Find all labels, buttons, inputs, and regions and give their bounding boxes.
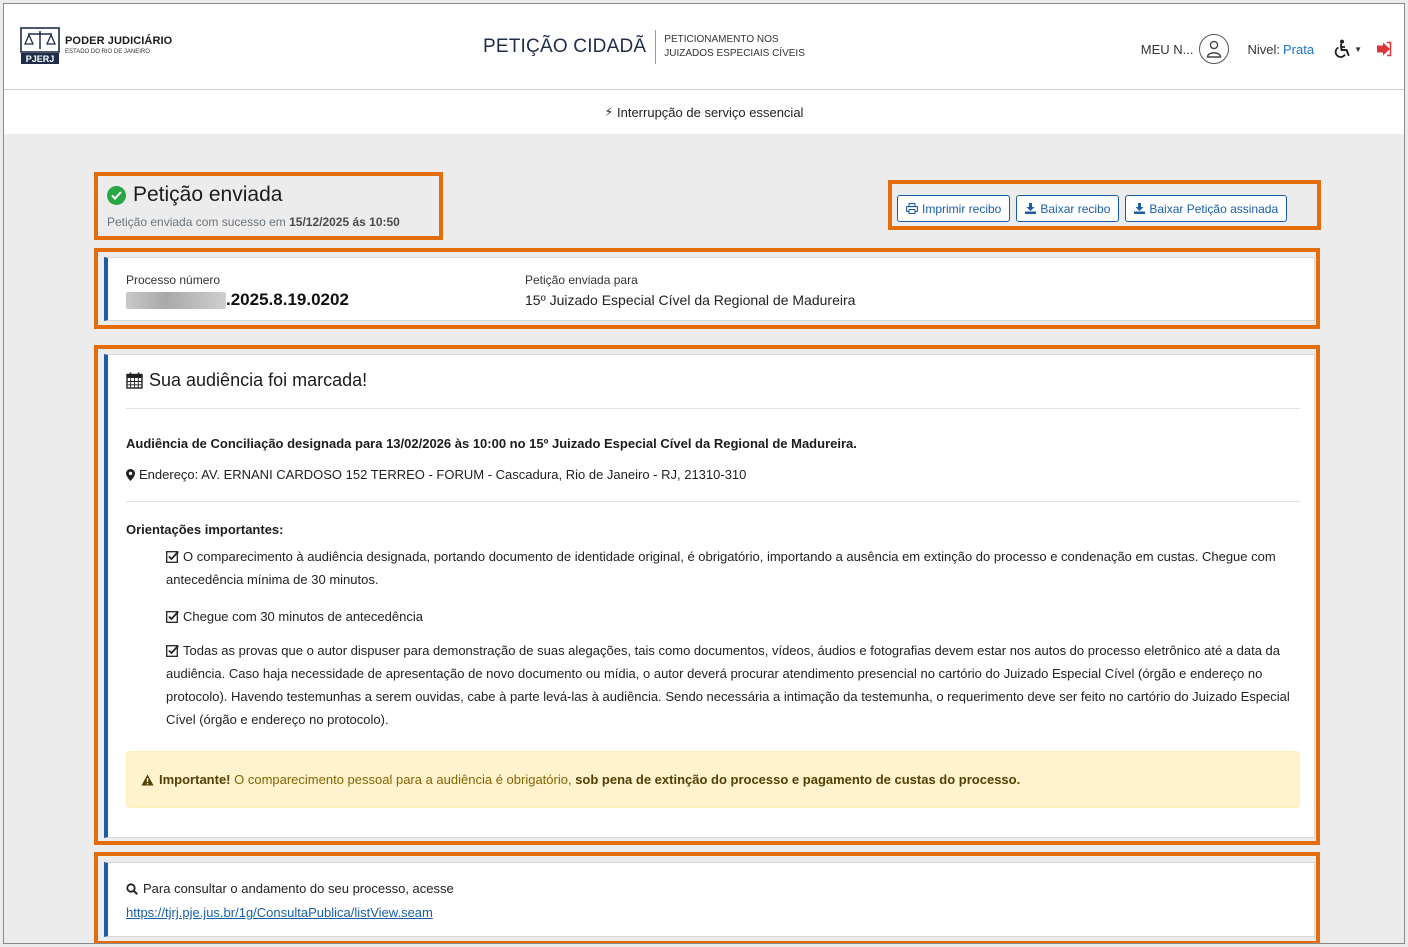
calendar-icon [126,372,143,389]
sign-out-icon[interactable] [1376,41,1392,57]
status-heading: Petição enviada [133,183,283,206]
warning-alert: Importante! O comparecimento pessoal par… [126,751,1300,808]
bolt-icon: ⚡︎ [604,105,613,119]
user-name[interactable]: MEU N... [1141,42,1194,57]
scales-logo-icon: PJERJ [20,27,60,64]
hearing-title: Sua audiência foi marcada! [126,370,367,391]
status-date: 15/12/2025 ás 10:50 [289,215,400,229]
download-icon [1134,203,1146,214]
destination-block: Petição enviada para 15º Juizado Especia… [525,273,855,308]
process-number-block: Processo número .2025.8.19.0202 [126,273,349,310]
consult-text-label: Para consultar o andamento do seu proces… [143,881,454,896]
service-notice-text: Interrupção de serviço essencial [617,104,804,120]
orientation-text-2: Chegue com 30 minutos de antecedência [183,609,423,624]
wheelchair-icon [1334,39,1350,58]
consult-card: Para consultar o andamento do seu proces… [104,862,1315,937]
orientation-text-1: O comparecimento à audiência designada, … [166,549,1276,587]
print-receipt-label: Imprimir recibo [922,201,1002,216]
redacted-number-block [126,291,226,309]
logo-subtitle: ESTADO DO RIO DE JANEIRO [65,48,150,55]
divider [126,501,1300,502]
brand-subtitle-line1: PETICIONAMENTO NOS [664,34,779,45]
orientation-item: Todas as provas que o autor dispuser par… [166,639,1301,731]
search-icon [126,882,138,895]
logo-badge: PJERJ [26,54,55,64]
hearing-details: Audiência de Conciliação designada para … [126,436,857,451]
destination-value: 15º Juizado Especial Cível da Regional d… [525,292,856,308]
download-receipt-button[interactable]: Baixar recibo [1016,195,1120,222]
hearing-address-text: Endereço: AV. ERNANI CARDOSO 152 TERREO … [139,467,747,482]
download-signed-petition-button[interactable]: Baixar Petição assinada [1125,195,1288,222]
accessibility-menu-button[interactable]: ▼ [1332,39,1362,59]
warning-emphasis: sob pena de extinção do processo e pagam… [575,772,1021,787]
process-card: Processo número .2025.8.19.0202 Petição … [104,257,1315,321]
user-avatar-icon[interactable] [1199,34,1230,64]
brand-separator [655,30,657,64]
destination-label: Petição enviada para [525,273,638,287]
hearing-title-text: Sua audiência foi marcada! [149,370,368,390]
status-title: Petição enviada [107,183,282,207]
hearing-address: Endereço: AV. ERNANI CARDOSO 152 TERREO … [126,467,746,482]
status-subtitle: Petição enviada com sucesso em 15/12/202… [107,215,400,229]
logo-title: PODER JUDICIÁRIO [65,34,173,47]
check-circle-icon [107,185,126,205]
download-icon [1025,203,1037,214]
download-signed-petition-label: Baixar Petição assinada [1149,201,1279,216]
brand: PETIÇÃO CIDADÃ PETICIONAMENTO NOS JUIZAD… [483,30,805,64]
level-value[interactable]: Prata [1283,42,1314,57]
user-area: MEU N... Nivel: Prata ▼ [1141,34,1392,64]
top-header: PJERJ PODER JUDICIÁRIO ESTADO DO RIO DE … [4,4,1404,90]
orientation-item: Chegue com 30 minutos de antecedência [166,605,1301,628]
print-receipt-button[interactable]: Imprimir recibo [897,195,1011,222]
process-number-suffix: .2025.8.19.0202 [226,290,349,309]
orientation-item: O comparecimento à audiência designada, … [166,545,1301,591]
orientations-title: Orientações importantes: [126,522,284,537]
consult-public-link[interactable]: https://tjrj.pje.jus.br/1g/ConsultaPubli… [126,905,433,920]
service-notice[interactable]: ⚡︎ Interrupção de serviço essencial [4,90,1404,134]
map-marker-icon [126,468,135,481]
warning-text: O comparecimento pessoal para a audiênci… [230,772,576,787]
level-label: Nivel: [1247,41,1280,57]
hearing-card: Sua audiência foi marcada! Audiência de … [104,354,1315,838]
brand-subtitle-line2: JUIZADOS ESPECIAIS CÍVEIS [664,48,805,59]
consult-text: Para consultar o andamento do seu proces… [126,881,454,896]
print-icon [906,203,918,214]
check-square-icon [166,610,179,623]
process-number: .2025.8.19.0202 [126,290,349,310]
chevron-down-icon: ▼ [1354,44,1362,54]
divider [126,408,1300,409]
receipt-actions: Imprimir recibo Baixar recibo Baixar Pet… [897,195,1288,222]
brand-subtitle: PETICIONAMENTO NOS JUIZADOS ESPECIAIS CÍ… [664,33,805,61]
brand-title: PETIÇÃO CIDADÃ [483,36,647,57]
orientation-text-3: Todas as provas que o autor dispuser par… [166,643,1290,727]
check-square-icon [166,644,179,657]
warning-icon [141,774,154,786]
download-receipt-label: Baixar recibo [1040,201,1111,216]
check-square-icon [166,550,179,563]
status-subtitle-prefix: Petição enviada com sucesso em [107,215,290,229]
warning-strong: Importante! [159,772,231,787]
app-frame: PJERJ PODER JUDICIÁRIO ESTADO DO RIO DE … [3,3,1405,944]
process-number-label: Processo número [126,273,221,287]
pjerj-logo[interactable]: PJERJ PODER JUDICIÁRIO ESTADO DO RIO DE … [19,24,172,66]
